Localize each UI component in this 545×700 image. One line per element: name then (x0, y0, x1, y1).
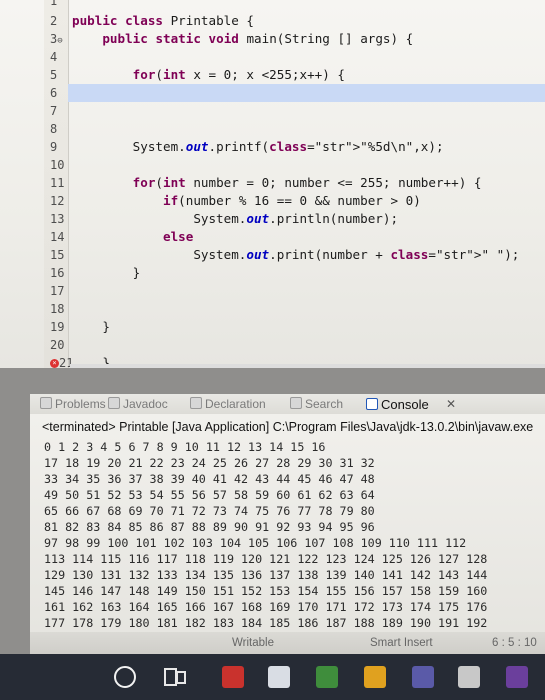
line-number: 10 (50, 158, 65, 172)
console-output-line: 65 66 67 68 69 70 71 72 73 74 75 76 77 7… (44, 504, 375, 518)
code-line[interactable]: 11 for(int number = 0; number <= 255; nu… (50, 174, 481, 192)
console-output-line: 161 162 163 164 165 166 167 168 169 170 … (44, 600, 488, 614)
console-output-line: 17 18 19 20 21 22 23 24 25 26 27 28 29 3… (44, 456, 375, 470)
code-text[interactable]: } (72, 319, 110, 334)
line-number: 3⊖ (50, 32, 63, 46)
cursor-position: 6 : 5 : 10 (492, 637, 537, 649)
bottom-panel-tabs: Problems Javadoc Declaration Search Cons… (30, 394, 545, 414)
code-line[interactable]: 5 for(int x = 0; x <255;x++) { (50, 66, 345, 84)
console-output-line: 177 178 179 180 181 182 183 184 185 186 … (44, 616, 488, 630)
app7-icon[interactable] (506, 666, 528, 688)
console-output-line: 129 130 131 132 133 134 135 136 137 138 … (44, 568, 488, 582)
code-line[interactable]: 18 (50, 300, 72, 318)
search-icon (290, 397, 302, 409)
error-marker-icon: × (50, 359, 59, 368)
code-line[interactable]: 13 System.out.println(number); (50, 210, 398, 228)
line-number: 5 (50, 68, 58, 82)
console-output-line: 0 1 2 3 4 5 6 7 8 9 10 11 12 13 14 15 16 (44, 440, 326, 454)
console-view[interactable]: <terminated> Printable [Java Application… (30, 414, 545, 632)
code-line[interactable]: 9 System.out.printf(class="str">"%5d\n",… (50, 138, 444, 156)
code-text[interactable]: for(int x = 0; x <255;x++) { (72, 67, 345, 82)
line-number: 13 (50, 212, 65, 226)
code-line[interactable]: 3⊖ public static void main(String [] arg… (50, 30, 413, 48)
close-icon[interactable]: ✕ (446, 397, 456, 411)
code-line[interactable]: 7 (50, 102, 72, 120)
horizontal-scrollbar[interactable] (70, 364, 545, 368)
fold-icon: ⊖ (57, 36, 63, 46)
line-number: 18 (50, 302, 65, 316)
tab-problems[interactable]: Problems (40, 397, 106, 411)
line-number: 4 (50, 50, 58, 64)
app2-icon[interactable] (268, 666, 290, 688)
line-number: 1 (50, 0, 58, 8)
line-number: 12 (50, 194, 65, 208)
code-text[interactable]: public class Printable { (72, 13, 254, 28)
tab-search[interactable]: Search (290, 397, 343, 411)
code-line[interactable]: 15 System.out.print(number + class="str"… (50, 246, 519, 264)
line-number: 6 (50, 86, 58, 100)
code-line[interactable]: 4 (50, 48, 72, 66)
code-line[interactable]: 6 (50, 84, 72, 102)
app5-icon[interactable] (412, 666, 434, 688)
console-output-line: 49 50 51 52 53 54 55 56 57 58 59 60 61 6… (44, 488, 375, 502)
code-line[interactable]: 1 (50, 0, 72, 10)
console-output-line: 81 82 83 84 85 86 87 88 89 90 91 92 93 9… (44, 520, 375, 534)
line-number: × 21 (50, 354, 73, 368)
console-output-line: 145 146 147 148 149 150 151 152 153 154 … (44, 584, 488, 598)
line-number: 19 (50, 320, 65, 334)
tab-javadoc[interactable]: Javadoc (108, 397, 168, 411)
code-line[interactable]: 19 } (50, 318, 110, 336)
code-text[interactable]: } (72, 265, 141, 280)
current-line-highlight (68, 84, 545, 102)
app1-icon[interactable] (222, 666, 244, 688)
code-line[interactable]: 8 (50, 120, 72, 138)
code-line[interactable]: 20 (50, 336, 72, 354)
app4-icon[interactable] (364, 666, 386, 688)
insert-mode-status: Smart Insert (370, 637, 433, 649)
writable-status: Writable (232, 637, 274, 649)
code-line[interactable]: 14 else (50, 228, 193, 246)
line-number: 14 (50, 230, 65, 244)
line-number: 7 (50, 104, 58, 118)
console-icon (366, 398, 378, 410)
code-text[interactable]: System.out.printf(class="str">"%5d\n",x)… (72, 139, 444, 154)
code-text[interactable]: else (72, 229, 193, 244)
code-text[interactable]: public static void main(String [] args) … (72, 31, 413, 46)
code-line[interactable]: 12 if(number % 16 == 0 && number > 0) (50, 192, 421, 210)
app6-icon[interactable] (458, 666, 480, 688)
tab-declaration[interactable]: Declaration (190, 397, 266, 411)
code-line[interactable]: 16 } (50, 264, 140, 282)
line-number: 8 (50, 122, 58, 136)
terminated-label: <terminated> Printable [Java Application… (42, 420, 534, 434)
javadoc-icon (108, 397, 120, 409)
line-number: 15 (50, 248, 65, 262)
line-number: 9 (50, 140, 58, 154)
line-number: 2 (50, 14, 58, 28)
code-line[interactable]: 2 public class Printable { (50, 12, 254, 30)
task-view-icon[interactable] (164, 666, 186, 686)
code-line[interactable]: 17 (50, 282, 72, 300)
code-text[interactable]: if(number % 16 == 0 && number > 0) (72, 193, 421, 208)
status-bar: Writable Smart Insert 6 : 5 : 10 (30, 632, 545, 654)
windows-taskbar (0, 654, 545, 700)
code-line[interactable]: 10 (50, 156, 72, 174)
console-output-line: 33 34 35 36 37 38 39 40 41 42 43 44 45 4… (44, 472, 375, 486)
code-text[interactable]: for(int number = 0; number <= 255; numbe… (72, 175, 482, 190)
problems-icon (40, 397, 52, 409)
line-number: 17 (50, 284, 65, 298)
console-output-line: 113 114 115 116 117 118 119 120 121 122 … (44, 552, 488, 566)
code-text[interactable]: System.out.println(number); (72, 211, 398, 226)
console-output-line: 97 98 99 100 101 102 103 104 105 106 107… (44, 536, 467, 550)
tab-console[interactable]: Console (366, 397, 429, 412)
code-editor[interactable]: 1 2 public class Printable {3⊖ public stat… (0, 0, 545, 368)
line-number: 16 (50, 266, 65, 280)
line-number: 11 (50, 176, 65, 190)
cortana-icon[interactable] (114, 666, 136, 688)
line-number: 20 (50, 338, 65, 352)
code-text[interactable]: System.out.print(number + class="str">" … (72, 247, 519, 262)
declaration-icon (190, 397, 202, 409)
app3-icon[interactable] (316, 666, 338, 688)
